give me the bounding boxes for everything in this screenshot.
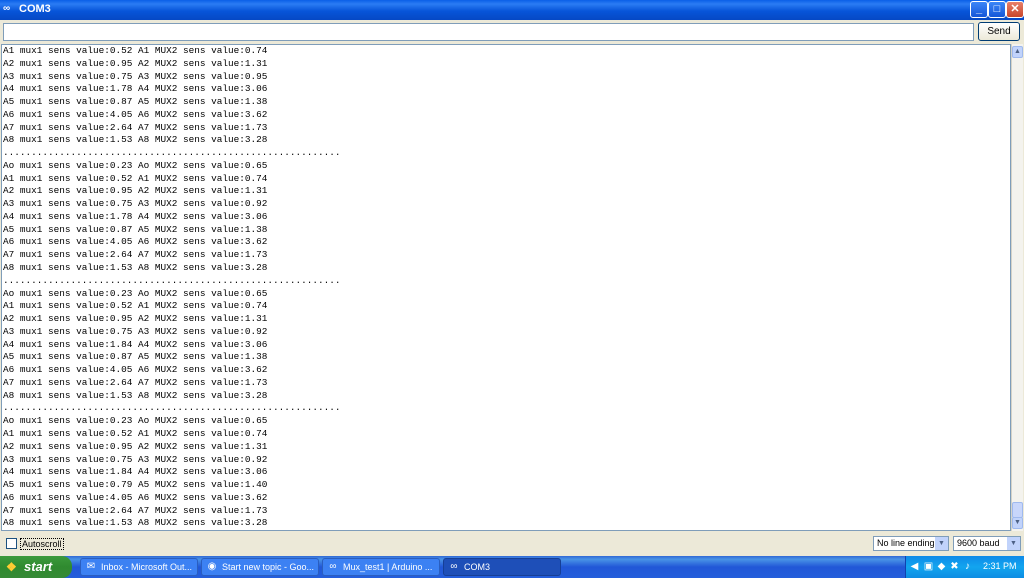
output-line: A5 mux1 sens value:0.79 A5 MUX2 sens val… (3, 479, 268, 491)
output-line: A8 mux1 sens value:1.53 A8 MUX2 sens val… (3, 389, 268, 401)
close-button[interactable]: ✕ (1006, 1, 1024, 18)
output-line: A5 mux1 sens value:0.87 A5 MUX2 sens val… (3, 223, 268, 235)
maximize-button[interactable]: □ (988, 1, 1006, 18)
output-line: A6 mux1 sens value:4.05 A6 MUX2 sens val… (3, 108, 268, 120)
taskbar-item-com3[interactable]: ∞ COM3 (443, 558, 561, 576)
baud-rate-select[interactable]: 9600 baud ▼ (953, 536, 1021, 551)
output-line: A7 mux1 sens value:2.64 A7 MUX2 sens val… (3, 376, 268, 388)
taskbar-item-label: COM3 (464, 562, 491, 572)
output-line: A4 mux1 sens value:1.84 A4 MUX2 sens val… (3, 338, 268, 350)
output-line: A8 mux1 sens value:1.53 A8 MUX2 sens val… (3, 134, 268, 146)
volume-icon[interactable]: ♪ (962, 561, 973, 572)
taskbar-item-chrome[interactable]: ◉ Start new topic - Goo... (201, 558, 319, 576)
network-icon[interactable]: ▣ (923, 561, 934, 572)
window-title: COM3 (19, 3, 51, 15)
output-line: A1 mux1 sens value:0.52 A1 MUX2 sens val… (3, 45, 268, 56)
chrome-icon: ◉ (207, 561, 217, 572)
output-line: A3 mux1 sens value:0.75 A3 MUX2 sens val… (3, 198, 268, 210)
autoscroll-checkbox[interactable]: Autoscroll (6, 537, 64, 550)
autoscroll-label: Autoscroll (20, 537, 64, 550)
taskbar-item-label: Mux_test1 | Arduino ... (343, 562, 433, 572)
output-line: A1 mux1 sens value:0.52 A1 MUX2 sens val… (3, 427, 268, 439)
output-line: A3 mux1 sens value:0.75 A3 MUX2 sens val… (3, 70, 268, 82)
output-line: ........................................… (3, 402, 341, 414)
output-lines: A1 mux1 sens value:0.52 A1 MUX2 sens val… (3, 45, 341, 530)
output-line: A6 mux1 sens value:4.05 A6 MUX2 sens val… (3, 236, 268, 248)
windows-flag-icon: ❖ (6, 560, 17, 574)
output-line: A8 mux1 sens value:1.53 A8 MUX2 sens val… (3, 517, 268, 529)
output-line: Ao mux1 sens value:0.23 Ao MUX2 sens val… (3, 287, 268, 299)
clock: 2:31 PM (983, 561, 1017, 571)
scroll-thumb[interactable] (1012, 502, 1023, 518)
output-line: ........................................… (3, 274, 341, 286)
send-button[interactable]: Send (978, 22, 1020, 41)
send-row: Send (0, 20, 1024, 44)
minimize-button[interactable]: _ (970, 1, 988, 18)
output-line: A1 mux1 sens value:0.52 A1 MUX2 sens val… (3, 172, 268, 184)
output-line: A3 mux1 sens value:0.75 A3 MUX2 sens val… (3, 325, 268, 337)
checkbox-icon[interactable] (6, 538, 17, 550)
start-label: start (24, 559, 53, 574)
output-line: A4 mux1 sens value:1.84 A4 MUX2 sens val… (3, 466, 268, 478)
output-line: ........................................… (3, 147, 341, 159)
vertical-scrollbar[interactable]: ▲ ▼ (1011, 44, 1023, 531)
output-line: A1 mux1 sens value:0.52 A1 MUX2 sens val… (3, 300, 268, 312)
taskbar-item-label: Start new topic - Goo... (222, 562, 315, 572)
output-line: A6 mux1 sens value:4.05 A6 MUX2 sens val… (3, 364, 268, 376)
output-line: A2 mux1 sens value:0.95 A2 MUX2 sens val… (3, 57, 268, 69)
output-line: A4 mux1 sens value:1.78 A4 MUX2 sens val… (3, 83, 268, 95)
output-line: A7 mux1 sens value:2.64 A7 MUX2 sens val… (3, 504, 268, 516)
taskbar-item-arduino[interactable]: ∞ Mux_test1 | Arduino ... (322, 558, 440, 576)
output-line: A8 mux1 sens value:1.53 A8 MUX2 sens val… (3, 262, 268, 274)
outlook-icon: ✉ (86, 561, 96, 572)
output-line: Ao mux1 sens value:0.23 Ao MUX2 sens val… (3, 159, 268, 171)
output-line: A2 mux1 sens value:0.95 A2 MUX2 sens val… (3, 440, 268, 452)
security-icon[interactable]: ✖ (949, 561, 960, 572)
output-line: A5 mux1 sens value:0.87 A5 MUX2 sens val… (3, 96, 268, 108)
baud-rate-value: 9600 baud (957, 538, 1000, 548)
tray-arrow-icon[interactable]: ◀ (909, 561, 920, 572)
line-ending-select[interactable]: No line ending ▼ (873, 536, 949, 551)
output-line: A4 mux1 sens value:1.78 A4 MUX2 sens val… (3, 210, 268, 222)
bottom-bar: Autoscroll No line ending ▼ 9600 baud ▼ (0, 533, 1024, 555)
system-tray: ◀ ▣ ◆ ✖ ♪ 2:31 PM (905, 556, 1024, 578)
shield-icon[interactable]: ◆ (936, 561, 947, 572)
output-line: A5 mux1 sens value:0.87 A5 MUX2 sens val… (3, 351, 268, 363)
chevron-down-icon[interactable]: ▼ (1007, 537, 1020, 550)
title-bar[interactable]: ∞ COM3 _ □ ✕ (0, 0, 1024, 20)
output-line: A7 mux1 sens value:2.64 A7 MUX2 sens val… (3, 121, 268, 133)
taskbar-item-outlook[interactable]: ✉ Inbox - Microsoft Out... (80, 558, 198, 576)
start-button[interactable]: ❖ start (0, 556, 72, 578)
output-line: A2 mux1 sens value:0.95 A2 MUX2 sens val… (3, 313, 268, 325)
taskbar-item-label: Inbox - Microsoft Out... (101, 562, 193, 572)
line-ending-value: No line ending (877, 538, 935, 548)
output-line: A7 mux1 sens value:2.64 A7 MUX2 sens val… (3, 249, 268, 261)
chevron-down-icon[interactable]: ▼ (935, 537, 948, 550)
output-line: Ao mux1 sens value:0.23 Ao MUX2 sens val… (3, 415, 268, 427)
arduino-icon: ∞ (3, 3, 11, 14)
scroll-up-icon[interactable]: ▲ (1012, 46, 1023, 58)
serial-input[interactable] (3, 23, 974, 41)
arduino-icon: ∞ (450, 561, 458, 572)
output-line: A6 mux1 sens value:4.05 A6 MUX2 sens val… (3, 491, 268, 503)
taskbar: ❖ start ✉ Inbox - Microsoft Out... ◉ Sta… (0, 556, 1024, 578)
output-line: A2 mux1 sens value:0.95 A2 MUX2 sens val… (3, 185, 268, 197)
scroll-down-icon[interactable]: ▼ (1012, 517, 1023, 529)
output-line: A3 mux1 sens value:0.75 A3 MUX2 sens val… (3, 453, 268, 465)
serial-output[interactable]: A1 mux1 sens value:0.52 A1 MUX2 sens val… (1, 44, 1011, 531)
arduino-icon: ∞ (329, 561, 337, 572)
